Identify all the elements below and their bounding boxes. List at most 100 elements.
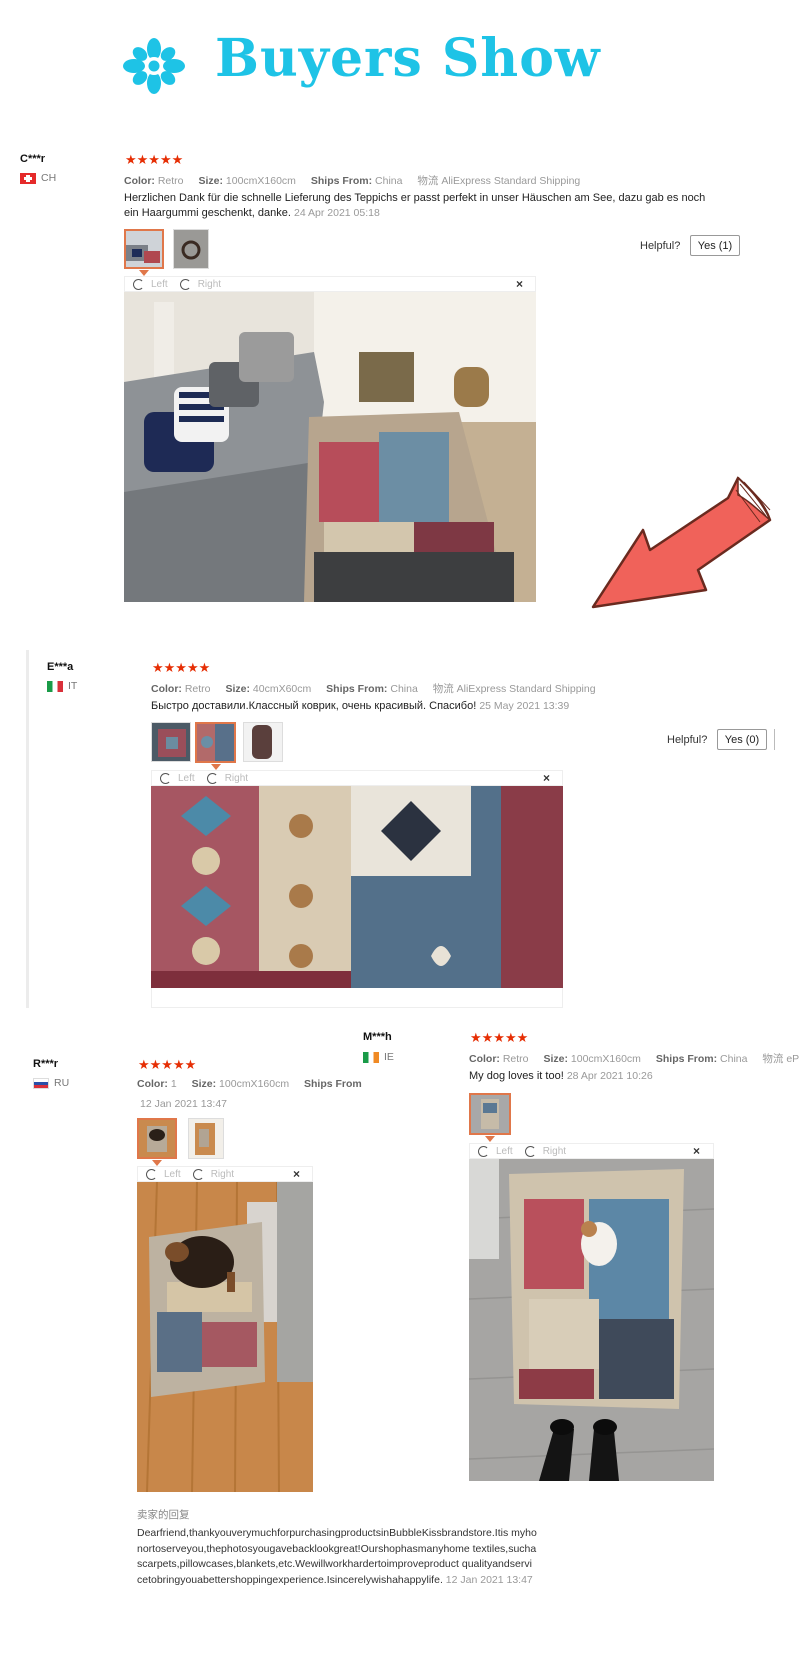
- rotate-right-icon[interactable]: [524, 1145, 536, 1157]
- review-photo-thumb[interactable]: [243, 722, 283, 762]
- reviewer-name: R***r: [33, 1058, 59, 1070]
- red-arrow-decoration: [591, 476, 772, 609]
- banner-title: Buyers Show: [215, 28, 601, 89]
- divider: [774, 729, 775, 750]
- reviewer-country: RU: [33, 1077, 69, 1089]
- swiss-flag-icon: [20, 172, 36, 184]
- seller-reply-label: 卖家的回复: [137, 1509, 190, 1521]
- shipping-method: AliExpress Standard Shipping: [441, 175, 581, 187]
- photo-viewer-toolbar: Left Right: [151, 770, 563, 786]
- rotate-left-button[interactable]: Left: [178, 773, 195, 784]
- ships-from-value: China: [390, 683, 418, 695]
- photo-viewer-toolbar: Left Right: [137, 1166, 313, 1182]
- reviewer-country: CH: [20, 172, 56, 184]
- review-photo-thumb[interactable]: [188, 1118, 224, 1159]
- review-photo-thumb[interactable]: [469, 1093, 511, 1135]
- color-value: Retro: [157, 175, 184, 187]
- review-photo-living-room: [124, 292, 536, 602]
- star-rating: ★★★★★: [138, 1057, 197, 1072]
- review-divider: [26, 650, 29, 1008]
- rotate-right-icon[interactable]: [192, 1168, 204, 1180]
- review-photo-thumb[interactable]: [137, 1118, 177, 1159]
- review-meta: Color: Retro Size: 100cmX160cm Ships Fro…: [469, 1051, 800, 1066]
- review-date: 24 Apr 2021 05:18: [294, 207, 380, 219]
- review-body: Быстро доставили.Классный коврик, очень …: [151, 700, 477, 712]
- photo-viewer-footer: [151, 988, 563, 1008]
- rotate-right-button[interactable]: Right: [211, 1169, 234, 1180]
- seller-reply-date: 12 Jan 2021 13:47: [445, 1573, 533, 1586]
- rotate-left-icon[interactable]: [478, 1145, 489, 1157]
- review-photo-dog-on-rug-hallway: [469, 1159, 714, 1481]
- review-body: My dog loves it too!: [469, 1070, 564, 1082]
- logistics-label: 物流: [417, 175, 439, 187]
- size-value: 100cmX160cm: [225, 175, 296, 187]
- shipping-method: AliExpress Standard Shipping: [456, 683, 596, 695]
- review-text: Herzlichen Dank für die schnelle Lieferu…: [124, 191, 714, 221]
- country-code: RU: [54, 1077, 70, 1089]
- rotate-left-button[interactable]: Left: [496, 1146, 513, 1157]
- ships-from-label: Ships From:: [655, 1053, 718, 1065]
- rotate-right-button[interactable]: Right: [198, 279, 221, 290]
- size-value: 40cmX60cm: [252, 683, 312, 695]
- rotate-right-button[interactable]: Right: [543, 1146, 566, 1157]
- rotate-left-icon[interactable]: [146, 1168, 157, 1180]
- star-rating: ★★★★★: [152, 660, 211, 675]
- size-value: 100cmX160cm: [219, 1078, 290, 1090]
- rotate-left-icon[interactable]: [133, 278, 144, 290]
- helpful-label: Helpful?: [667, 734, 708, 746]
- review-photo-thumb[interactable]: [195, 722, 236, 763]
- reviewer-name: E***a: [47, 661, 74, 673]
- review-date: 28 Apr 2021 10:26: [566, 1070, 653, 1082]
- helpful-yes-button[interactable]: Yes (0): [717, 729, 767, 750]
- color-label: Color:: [469, 1053, 500, 1065]
- rotate-right-icon[interactable]: [206, 772, 218, 784]
- rotate-left-button[interactable]: Left: [164, 1169, 181, 1180]
- seller-reply-text: Dearfriend,thankyouverymuchforpurchasing…: [137, 1526, 537, 1588]
- country-code: CH: [41, 172, 57, 184]
- ireland-flag-icon: [363, 1051, 379, 1063]
- review-photo-thumb[interactable]: [151, 722, 191, 762]
- review-date: 12 Jan 2021 13:47: [140, 1098, 227, 1110]
- logistics-label: 物流: [432, 683, 454, 695]
- review-meta: Color: Retro Size: 40cmX60cm Ships From:…: [151, 681, 596, 696]
- country-code: IE: [384, 1051, 394, 1063]
- ships-from-label: Ships From:: [304, 1078, 362, 1090]
- review-text: Быстро доставили.Классный коврик, очень …: [151, 699, 711, 714]
- helpful-label: Helpful?: [640, 240, 681, 252]
- rotate-left-icon[interactable]: [160, 772, 171, 784]
- review-meta: Color: 1 Size: 100cmX160cm Ships From: C: [137, 1078, 362, 1090]
- russia-flag-icon: [33, 1077, 49, 1089]
- size-label: Size:: [198, 175, 223, 187]
- rotate-right-button[interactable]: Right: [225, 773, 248, 784]
- close-icon[interactable]: ×: [543, 771, 550, 785]
- rotate-right-icon[interactable]: [179, 278, 191, 290]
- color-label: Color:: [124, 175, 155, 187]
- size-label: Size:: [225, 683, 250, 695]
- review-text: My dog loves it too! 28 Apr 2021 10:26: [469, 1069, 799, 1084]
- helpful-yes-button[interactable]: Yes (1): [690, 235, 740, 256]
- reviewer-name: M***h: [363, 1031, 392, 1043]
- review-photo-dog-on-rug: [137, 1182, 313, 1492]
- thumb-pointer: [485, 1136, 495, 1142]
- flower-icon: [123, 38, 185, 94]
- reviewer-name: C***r: [20, 153, 46, 165]
- color-label: Color:: [151, 683, 182, 695]
- close-icon[interactable]: ×: [516, 277, 523, 291]
- star-rating: ★★★★★: [125, 152, 184, 167]
- rotate-left-button[interactable]: Left: [151, 279, 168, 290]
- size-label: Size:: [191, 1078, 217, 1090]
- reviewer-country: IT: [47, 680, 77, 692]
- review-photo-thumb[interactable]: [124, 229, 164, 269]
- photo-viewer-toolbar: Left Right: [124, 276, 536, 292]
- logistics-label: 物流: [762, 1053, 784, 1065]
- star-rating: ★★★★★: [470, 1030, 529, 1045]
- review-photo-thumb[interactable]: [173, 229, 209, 269]
- review-meta: Color: Retro Size: 100cmX160cm Ships Fro…: [124, 173, 580, 188]
- photo-viewer-toolbar: Left Right: [469, 1143, 714, 1159]
- ships-from-label: Ships From:: [310, 175, 373, 187]
- close-icon[interactable]: ×: [293, 1167, 300, 1181]
- close-icon[interactable]: ×: [693, 1144, 700, 1158]
- color-value: Retro: [502, 1053, 529, 1065]
- ships-from-value: China: [720, 1053, 748, 1065]
- review-photo-rug-closeup: [151, 786, 563, 988]
